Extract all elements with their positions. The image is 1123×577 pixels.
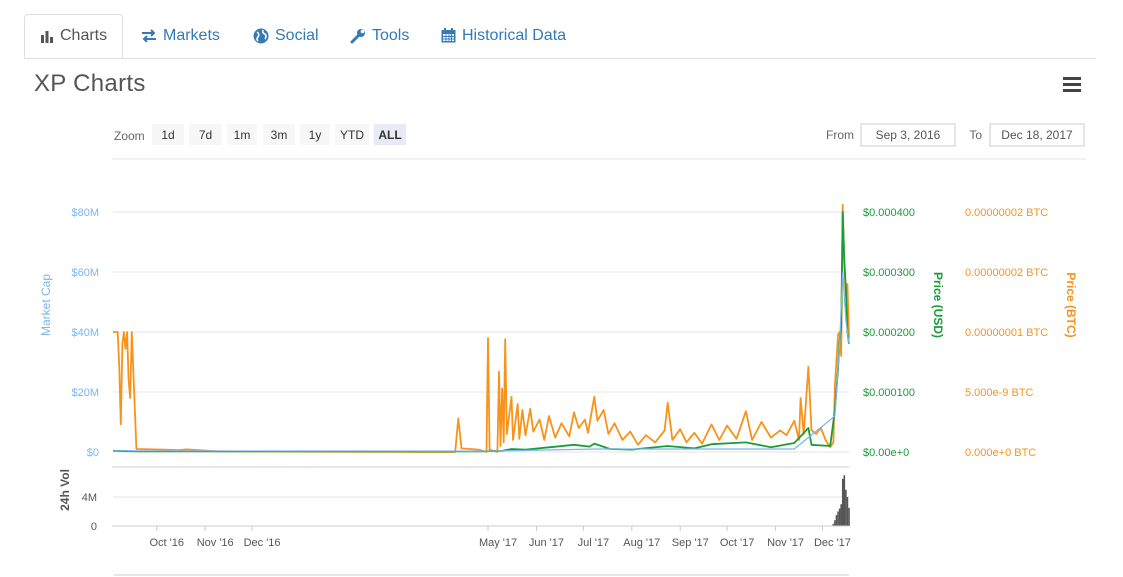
series-line-price-usd (112, 211, 850, 453)
price-usd-tick-label: $0.000200 (863, 327, 915, 339)
zoom-button-label: 1m (234, 128, 251, 142)
x-tick-label: Nov '17 (767, 537, 804, 549)
calendar-icon (441, 28, 456, 43)
x-tick-label: Dec '16 (244, 537, 281, 549)
market-cap-axis: $0 $20M $40M $60M $80M (71, 207, 99, 459)
zoom-button-label: ALL (378, 128, 401, 142)
x-tick-label: Aug '17 (623, 537, 660, 549)
volume-bar (837, 511, 839, 526)
price-usd-tick-label: $0.000100 (863, 387, 915, 399)
price-btc-tick-label: 0.00000002 BTC (965, 267, 1048, 279)
price-btc-tick-label: 0.000e+0 BTC (965, 447, 1036, 459)
zoom-button-label: 7d (199, 128, 212, 142)
tab-markets[interactable]: Markets (141, 14, 220, 57)
wrench-icon (350, 28, 366, 44)
zoom-button-1m[interactable]: 1m (227, 124, 257, 145)
tab-social[interactable]: Social (253, 14, 319, 57)
tab-label: Markets (163, 26, 220, 44)
zoom-button-1d[interactable]: 1d (152, 124, 184, 145)
volume-bar (841, 478, 844, 526)
market-cap-tick-label: $60M (71, 267, 99, 279)
bar-chart-icon (40, 30, 54, 43)
zoom-button-ytd[interactable]: YTD (335, 124, 369, 145)
volume-bars (832, 475, 850, 526)
page-title: XP Charts (34, 70, 146, 97)
tab-historical-data[interactable]: Historical Data (441, 14, 566, 57)
market-cap-tick-label: $80M (71, 207, 99, 219)
zoom-button-label: 3m (271, 128, 288, 142)
market-cap-tick-label: $40M (71, 327, 99, 339)
zoom-button-label: 1y (309, 128, 322, 142)
to-date-value: Dec 18, 2017 (1001, 128, 1073, 142)
x-tick-label: Oct '17 (720, 537, 755, 549)
series-line-price-btc (113, 203, 850, 453)
from-date-value: Sep 3, 2016 (876, 128, 941, 142)
volume-bar (848, 507, 850, 526)
tab-tools[interactable]: Tools (350, 14, 409, 57)
tab-label: Tools (372, 26, 410, 44)
volume-bar (834, 520, 836, 526)
tab-label: Charts (60, 27, 108, 44)
zoom-button-1y[interactable]: 1y (300, 124, 330, 145)
volume-bar (838, 508, 841, 526)
price-btc-tick-label: 0.00000001 BTC (965, 327, 1048, 339)
market-cap-tick-label: $0 (87, 447, 99, 459)
to-label: To (969, 128, 982, 142)
volume-tick-label: 4M (82, 492, 97, 504)
x-tick-label: Dec '17 (814, 537, 851, 549)
zoom-button-label: 1d (161, 128, 174, 142)
volume-bar (840, 504, 842, 526)
price-btc-axis: 0.000e+0 BTC 5.000e-9 BTC 0.00000001 BTC 0.… (965, 207, 1048, 459)
x-tick-label: Jun '17 (529, 537, 564, 549)
tab-label: Historical Data (462, 26, 567, 44)
volume-tick-label: 0 (91, 521, 97, 533)
price-btc-tick-label: 0.00000002 BTC (965, 207, 1048, 219)
volume-axis-title: 24h Vol (58, 469, 72, 511)
tab-charts[interactable]: Charts (24, 14, 123, 58)
series-lines (112, 203, 850, 453)
from-label: From (826, 128, 854, 142)
zoom-buttons: 1d 7d 1m 3m 1y YTD ALL (152, 124, 406, 145)
x-tick-label: Nov '16 (197, 537, 234, 549)
x-tick-label: Oct '16 (149, 537, 184, 549)
volume-bar (843, 475, 846, 526)
price-chart: Zoom 1d 7d 1m 3m 1y YTD ALL From Sep 3, 2016 T… (39, 123, 1086, 576)
tab-label: Social (275, 26, 319, 44)
x-tick-label: Jul '17 (578, 537, 609, 549)
price-usd-tick-label: $0.000400 (863, 207, 915, 219)
volume-axis: 0 4M (82, 492, 849, 533)
zoom-button-3m[interactable]: 3m (263, 124, 295, 145)
x-tick-label: Sep '17 (672, 537, 709, 549)
volume-bar (835, 515, 838, 526)
price-usd-axis: $0.00e+0 $0.000100 $0.000200 $0.000300 $0.00… (863, 207, 915, 459)
volume-bar (832, 523, 835, 526)
gridlines (113, 211, 849, 453)
market-cap-tick-label: $20M (71, 387, 99, 399)
globe-icon (253, 28, 269, 44)
x-tick-label: May '17 (479, 537, 517, 549)
zoom-label: Zoom (114, 129, 145, 143)
zoom-button-label: YTD (340, 128, 364, 142)
price-btc-axis-title: Price (BTC) (1064, 272, 1078, 337)
volume-bar (845, 489, 847, 526)
nav-tabs: Charts Markets Social Tools Historical D… (24, 14, 1096, 59)
zoom-button-all[interactable]: ALL (374, 124, 406, 145)
price-usd-tick-label: $0.00e+0 (863, 447, 909, 459)
market-cap-axis-title: Market Cap (39, 274, 53, 336)
exchange-arrows-icon (141, 29, 157, 42)
price-usd-tick-label: $0.000300 (863, 267, 915, 279)
volume-bar (846, 497, 849, 526)
series-line-market-cap (112, 271, 850, 452)
price-usd-axis-title: Price (USD) (931, 272, 945, 338)
hamburger-menu-icon[interactable] (1063, 77, 1081, 92)
price-btc-tick-label: 5.000e-9 BTC (965, 387, 1034, 399)
x-axis-ticks: Oct '16 Nov '16 Dec '16 May '17 Jun '17 Jul '… (149, 526, 851, 549)
zoom-button-7d[interactable]: 7d (189, 124, 222, 145)
